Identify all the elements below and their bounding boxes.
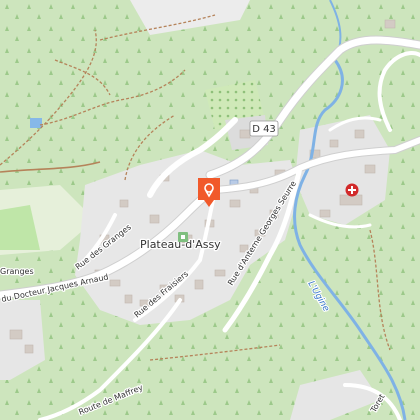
road-shield-d43: D 43 — [249, 120, 279, 137]
map-svg: D 43 Rue des Granges Granges du Docteur … — [0, 0, 420, 420]
label-granges-left: Granges — [0, 267, 34, 276]
map-canvas[interactable]: D 43 Rue des Granges Granges du Docteur … — [0, 0, 420, 420]
pond — [30, 118, 42, 128]
hospital-icon[interactable] — [345, 183, 359, 197]
svg-text:D 43: D 43 — [252, 124, 276, 135]
playground-icon — [178, 232, 188, 242]
